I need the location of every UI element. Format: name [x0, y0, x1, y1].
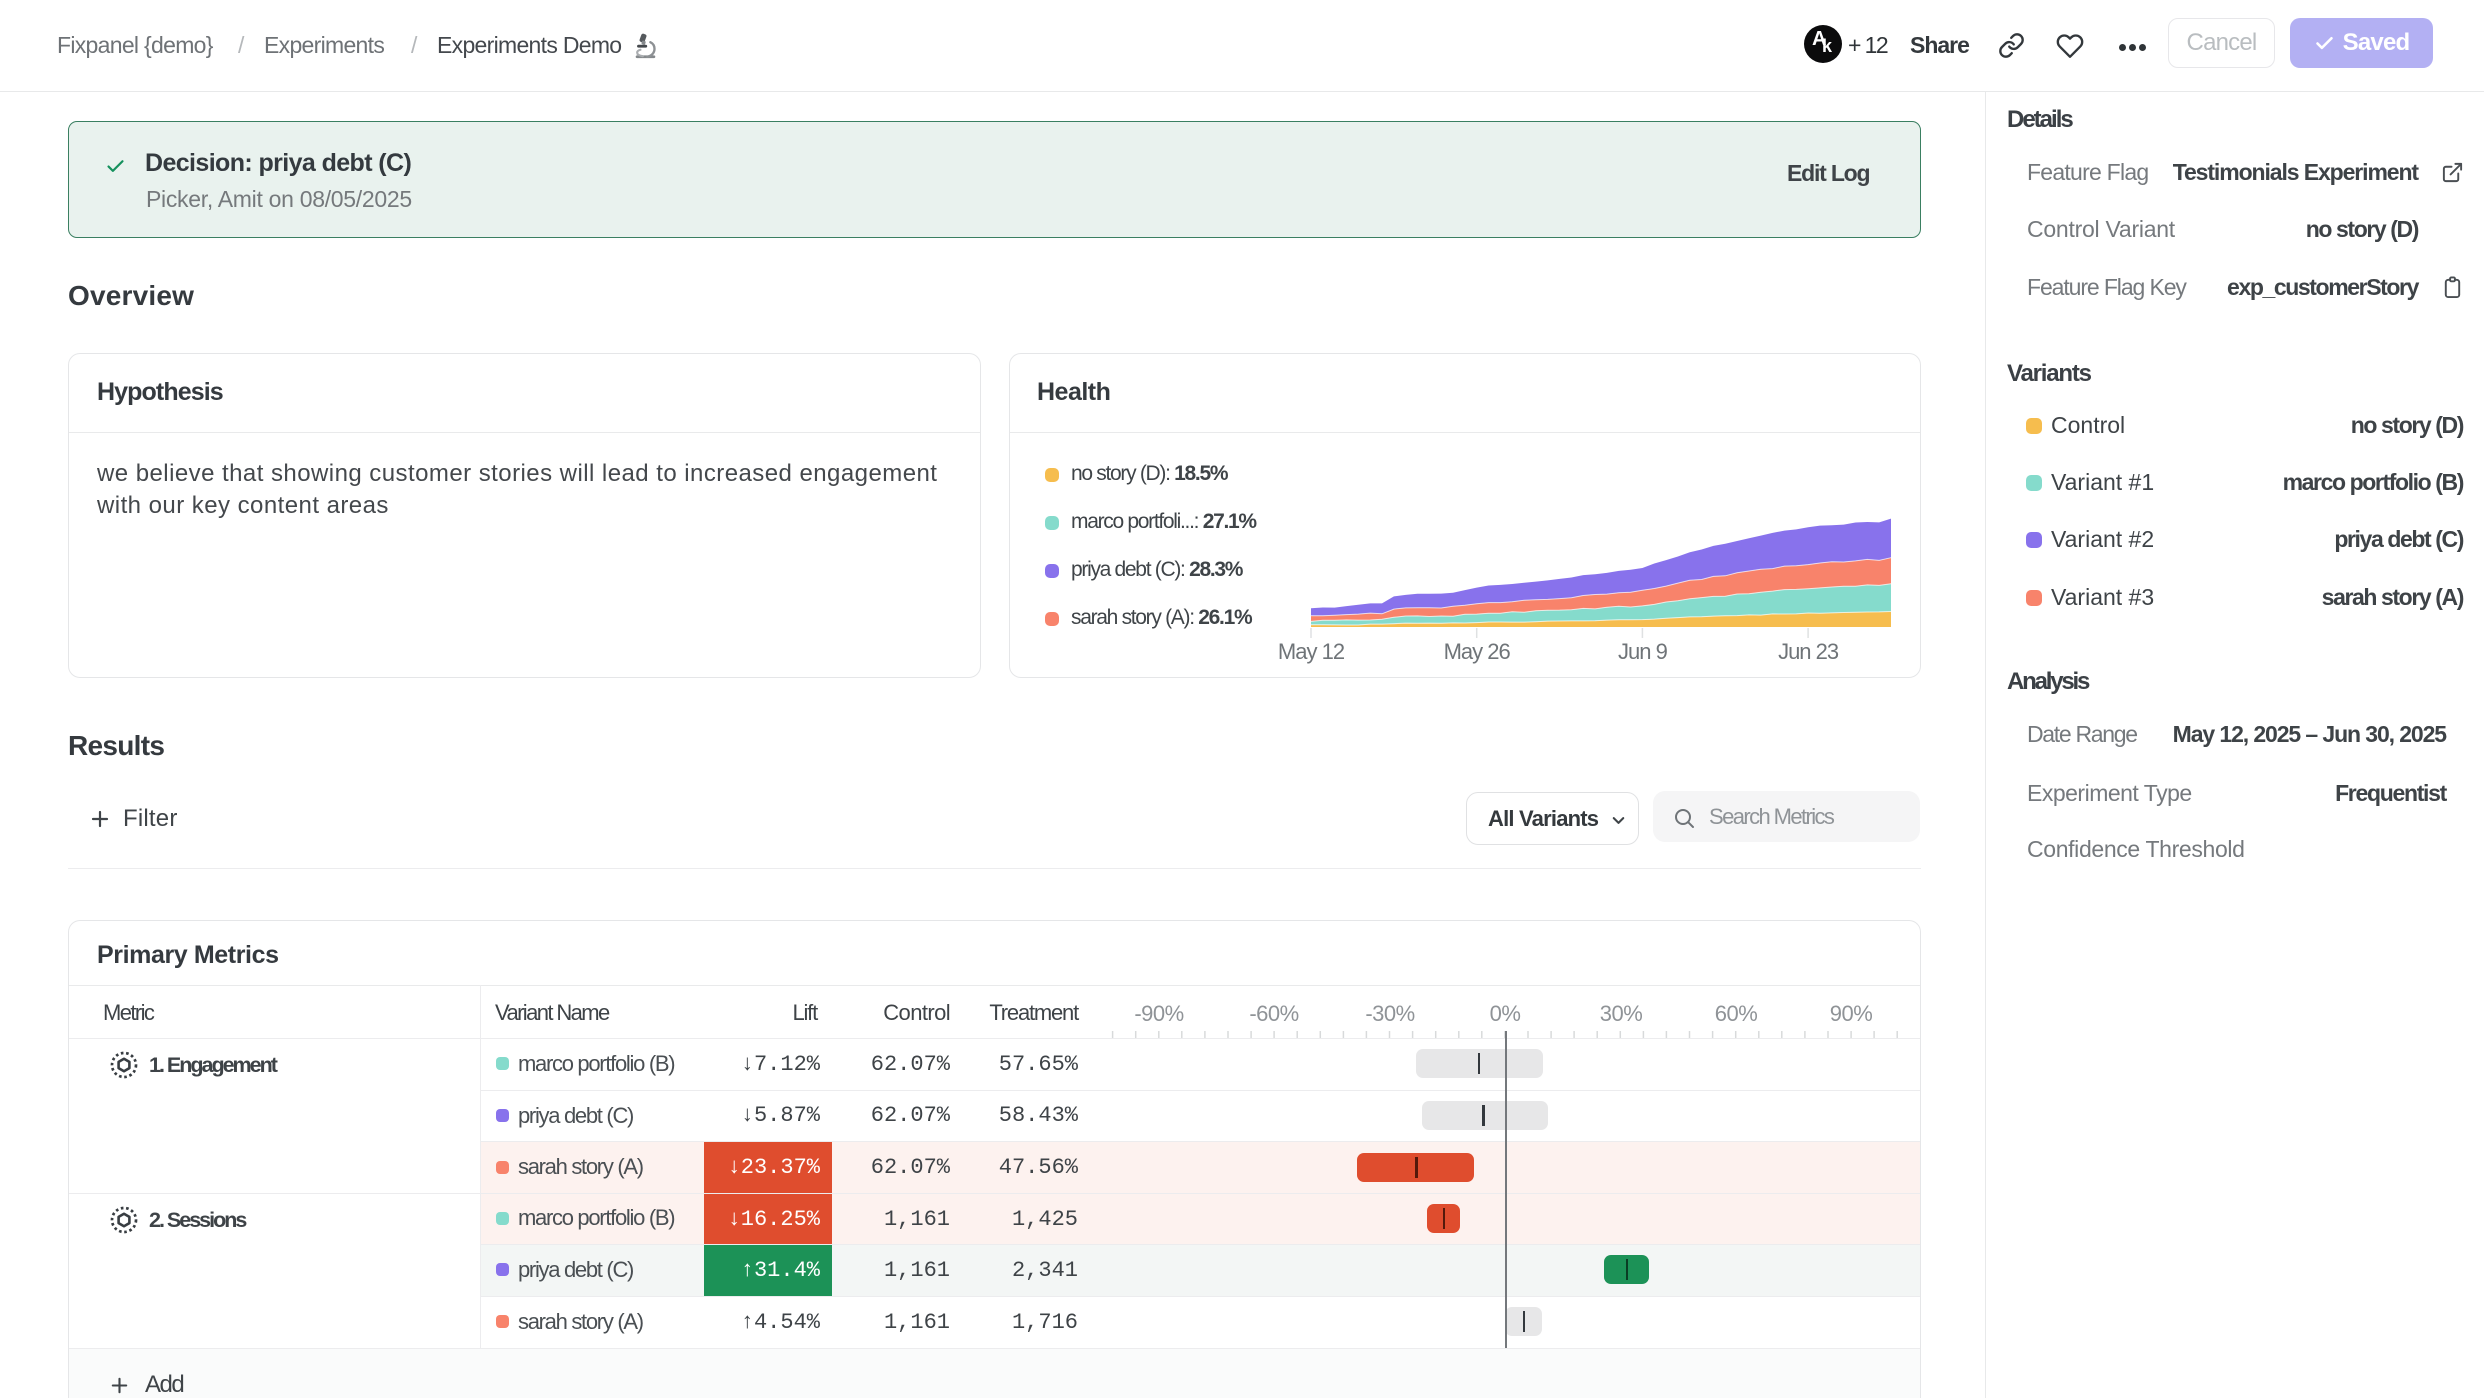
svg-text:May 26: May 26 — [1444, 639, 1511, 664]
svg-text:Jun 9: Jun 9 — [1618, 639, 1668, 664]
svg-text:Jun 23: Jun 23 — [1778, 639, 1839, 664]
svg-text:May 12: May 12 — [1278, 639, 1345, 664]
